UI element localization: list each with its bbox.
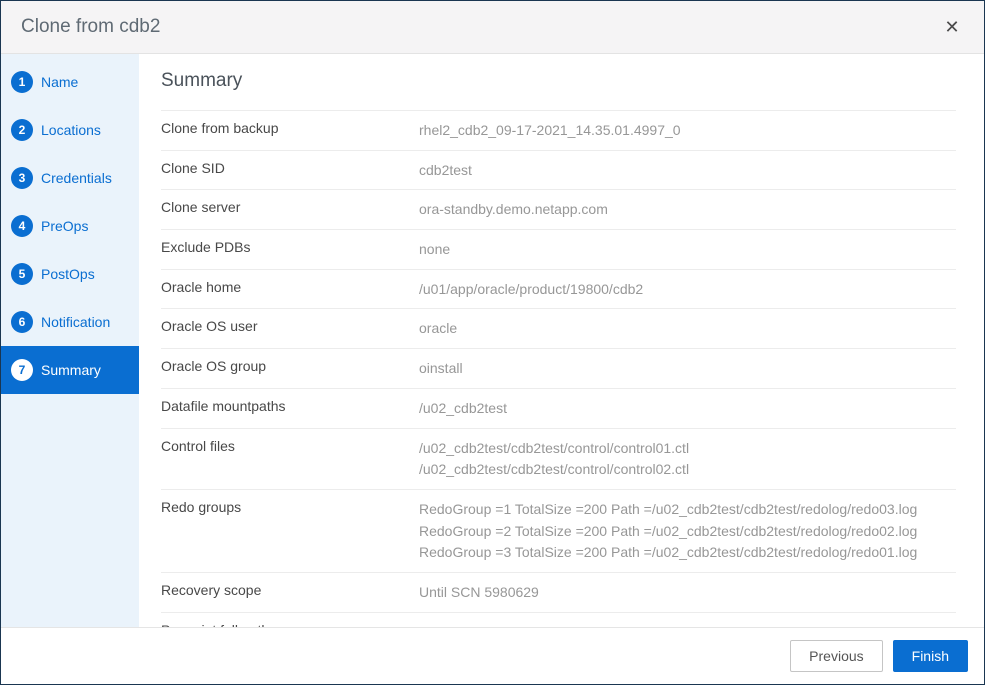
summary-label: Oracle OS group xyxy=(161,357,419,374)
summary-label: Recovery scope xyxy=(161,581,419,598)
redo-group-1: RedoGroup =1 TotalSize =200 Path =/u02_c… xyxy=(419,499,956,521)
previous-button[interactable]: Previous xyxy=(790,640,882,672)
step-postops[interactable]: 5 PostOps xyxy=(1,250,139,298)
content-area: Summary Clone from backup rhel2_cdb2_09-… xyxy=(139,54,984,627)
summary-label: Clone from backup xyxy=(161,119,419,136)
close-icon[interactable]: ✕ xyxy=(940,15,964,39)
step-label: Locations xyxy=(41,122,101,138)
row-clone-sid: Clone SID cdb2test xyxy=(161,150,956,190)
summary-label: Oracle home xyxy=(161,278,419,295)
summary-value: /u01/app/oracle/product/19800/cdb2 xyxy=(419,278,956,301)
dialog-footer: Previous Finish xyxy=(1,627,984,684)
row-prescript-full-path: Prescript full path none xyxy=(161,612,956,627)
row-control-files: Control files /u02_cdb2test/cdb2test/con… xyxy=(161,428,956,489)
summary-value: RedoGroup =1 TotalSize =200 Path =/u02_c… xyxy=(419,498,956,564)
step-badge: 6 xyxy=(11,311,33,333)
row-clone-server: Clone server ora-standby.demo.netapp.com xyxy=(161,189,956,229)
step-summary[interactable]: 7 Summary xyxy=(1,346,139,394)
redo-group-3: RedoGroup =3 TotalSize =200 Path =/u02_c… xyxy=(419,542,956,564)
step-badge: 7 xyxy=(11,359,33,381)
dialog-header: Clone from cdb2 ✕ xyxy=(1,1,984,54)
summary-label: Clone SID xyxy=(161,159,419,176)
row-oracle-home: Oracle home /u01/app/oracle/product/1980… xyxy=(161,269,956,309)
row-recovery-scope: Recovery scope Until SCN 5980629 xyxy=(161,572,956,612)
row-clone-from-backup: Clone from backup rhel2_cdb2_09-17-2021_… xyxy=(161,110,956,150)
wizard-steps: 1 Name 2 Locations 3 Credentials 4 PreOp… xyxy=(1,54,139,627)
step-badge: 1 xyxy=(11,71,33,93)
row-exclude-pdbs: Exclude PDBs none xyxy=(161,229,956,269)
control-file-2: /u02_cdb2test/cdb2test/control/control02… xyxy=(419,459,956,481)
control-file-1: /u02_cdb2test/cdb2test/control/control01… xyxy=(419,438,956,460)
step-locations[interactable]: 2 Locations xyxy=(1,106,139,154)
scroll-container[interactable]: Summary Clone from backup rhel2_cdb2_09-… xyxy=(139,54,984,627)
step-notification[interactable]: 6 Notification xyxy=(1,298,139,346)
summary-label: Exclude PDBs xyxy=(161,238,419,255)
summary-value: none xyxy=(419,238,956,261)
summary-table: Clone from backup rhel2_cdb2_09-17-2021_… xyxy=(161,110,956,627)
step-label: Name xyxy=(41,74,78,90)
summary-label: Control files xyxy=(161,437,419,454)
summary-label: Redo groups xyxy=(161,498,419,515)
step-label: Credentials xyxy=(41,170,112,186)
dialog-title: Clone from cdb2 xyxy=(21,16,160,38)
step-name[interactable]: 1 Name xyxy=(1,58,139,106)
row-oracle-os-user: Oracle OS user oracle xyxy=(161,308,956,348)
row-datafile-mountpaths: Datafile mountpaths /u02_cdb2test xyxy=(161,388,956,428)
step-label: PreOps xyxy=(41,218,88,234)
step-badge: 4 xyxy=(11,215,33,237)
summary-label: Clone server xyxy=(161,198,419,215)
step-preops[interactable]: 4 PreOps xyxy=(1,202,139,250)
summary-value: ora-standby.demo.netapp.com xyxy=(419,198,956,221)
step-label: Summary xyxy=(41,362,101,378)
summary-value: cdb2test xyxy=(419,159,956,182)
summary-value: oracle xyxy=(419,317,956,340)
step-badge: 5 xyxy=(11,263,33,285)
summary-label: Datafile mountpaths xyxy=(161,397,419,414)
summary-value: rhel2_cdb2_09-17-2021_14.35.01.4997_0 xyxy=(419,119,956,142)
summary-value: Until SCN 5980629 xyxy=(419,581,956,604)
step-badge: 3 xyxy=(11,167,33,189)
redo-group-2: RedoGroup =2 TotalSize =200 Path =/u02_c… xyxy=(419,521,956,543)
finish-button[interactable]: Finish xyxy=(893,640,968,672)
row-redo-groups: Redo groups RedoGroup =1 TotalSize =200 … xyxy=(161,489,956,572)
step-label: Notification xyxy=(41,314,110,330)
dialog-body: 1 Name 2 Locations 3 Credentials 4 PreOp… xyxy=(1,54,984,627)
row-oracle-os-group: Oracle OS group oinstall xyxy=(161,348,956,388)
clone-dialog: Clone from cdb2 ✕ 1 Name 2 Locations 3 C… xyxy=(0,0,985,685)
step-badge: 2 xyxy=(11,119,33,141)
content-title: Summary xyxy=(161,70,956,92)
summary-value: /u02_cdb2test xyxy=(419,397,956,420)
summary-label: Oracle OS user xyxy=(161,317,419,334)
step-label: PostOps xyxy=(41,266,95,282)
summary-value: oinstall xyxy=(419,357,956,380)
summary-value: /u02_cdb2test/cdb2test/control/control01… xyxy=(419,437,956,481)
step-credentials[interactable]: 3 Credentials xyxy=(1,154,139,202)
